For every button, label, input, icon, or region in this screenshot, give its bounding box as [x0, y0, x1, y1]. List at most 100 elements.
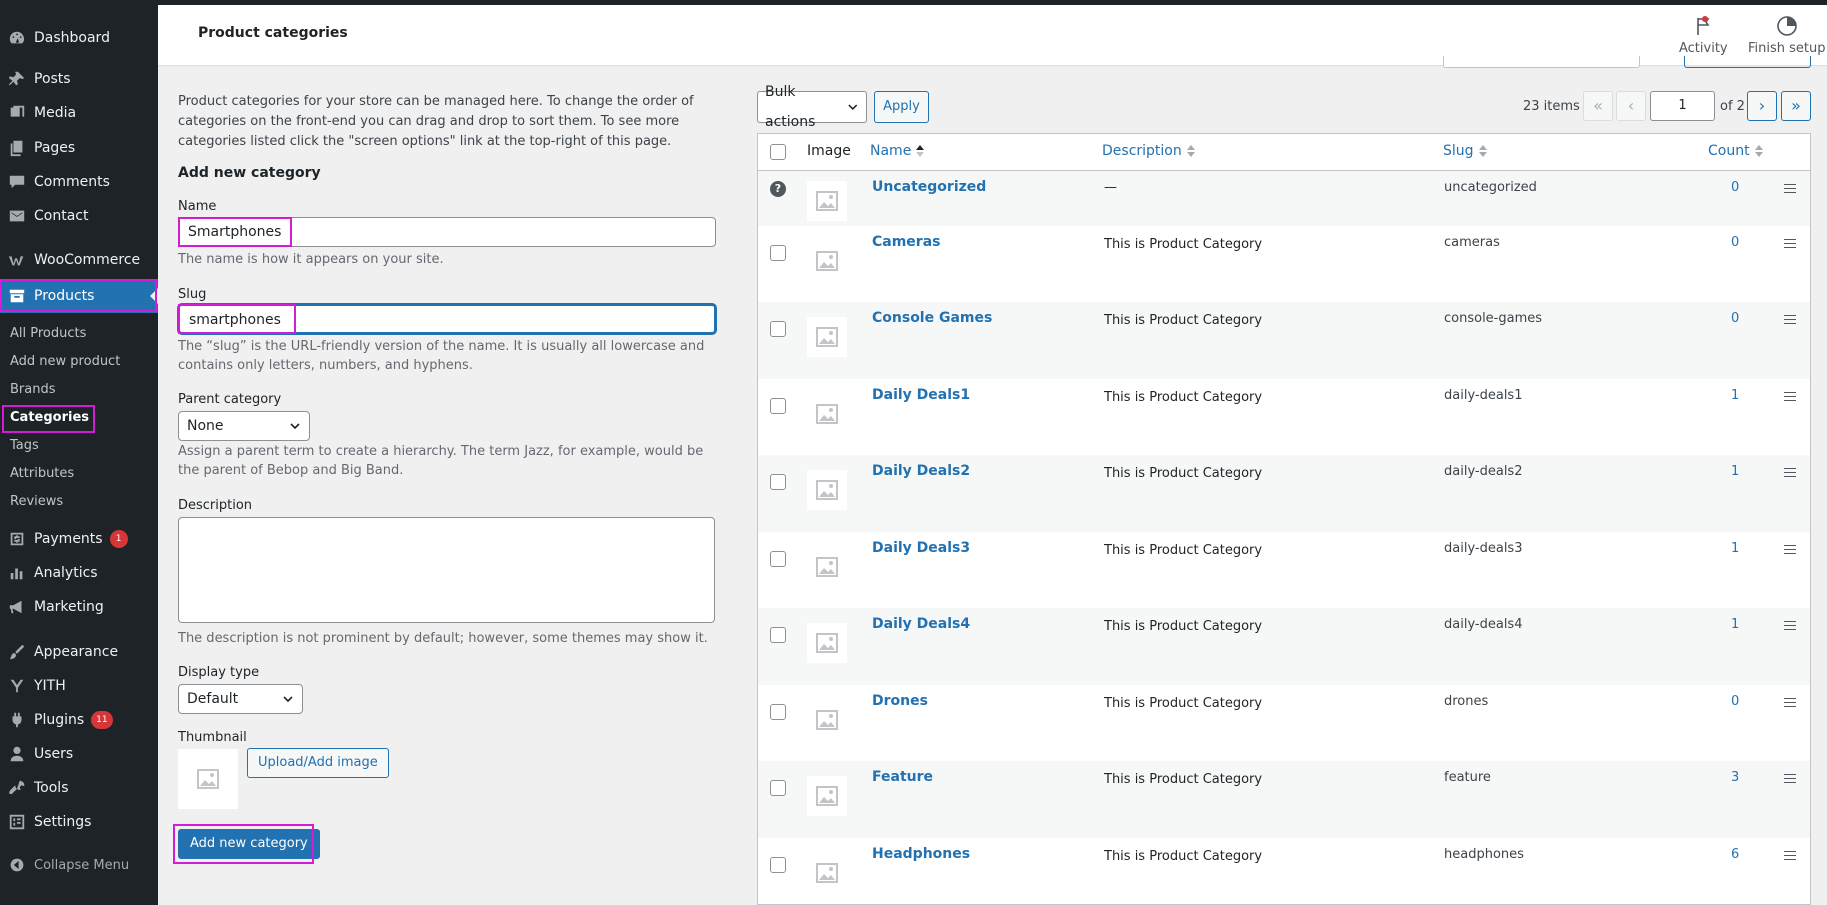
- submenu-tags[interactable]: Tags: [10, 438, 39, 453]
- drag-handle-icon[interactable]: [1784, 621, 1796, 630]
- collapse-menu-button[interactable]: Collapse Menu: [0, 850, 158, 880]
- slug-field[interactable]: smartphones: [178, 304, 716, 334]
- row-checkbox[interactable]: [770, 398, 786, 414]
- category-count-link[interactable]: 1: [1731, 617, 1739, 632]
- sidebar-item-products[interactable]: Products: [0, 279, 158, 313]
- table-row: Headphones This is Product Category headph…: [758, 838, 1810, 904]
- sidebar-item-posts[interactable]: Posts: [0, 62, 158, 96]
- sidebar-item-contact[interactable]: Contact: [0, 199, 158, 233]
- category-slug: daily-deals1: [1444, 388, 1523, 403]
- category-count-link[interactable]: 1: [1731, 541, 1739, 556]
- drag-handle-icon[interactable]: [1784, 698, 1796, 707]
- next-page-button[interactable]: ›: [1747, 91, 1777, 121]
- column-description[interactable]: Description: [1102, 143, 1195, 159]
- row-checkbox[interactable]: [770, 857, 786, 873]
- drag-handle-icon[interactable]: [1784, 392, 1796, 401]
- category-count-link[interactable]: 0: [1731, 235, 1739, 250]
- search-categories-input[interactable]: [1443, 56, 1640, 68]
- row-checkbox[interactable]: [770, 245, 786, 261]
- category-name-link[interactable]: Daily Deals3: [872, 540, 970, 556]
- apply-button[interactable]: Apply: [874, 91, 929, 123]
- drag-handle-icon[interactable]: [1784, 468, 1796, 477]
- category-description: This is Product Category: [1104, 466, 1263, 481]
- submenu-reviews[interactable]: Reviews: [10, 494, 63, 509]
- sort-asc-icon: [916, 145, 925, 157]
- drag-handle-icon[interactable]: [1784, 774, 1796, 783]
- activity-button[interactable]: Activity: [1679, 15, 1728, 56]
- category-slug: daily-deals3: [1444, 541, 1523, 556]
- sidebar-item-plugins[interactable]: Plugins 11: [0, 703, 158, 737]
- parent-category-select[interactable]: None: [178, 411, 310, 441]
- column-slug[interactable]: Slug: [1443, 143, 1487, 159]
- row-checkbox[interactable]: [770, 627, 786, 643]
- description-textarea[interactable]: [178, 517, 715, 623]
- sidebar-item-yith[interactable]: YITH: [0, 669, 158, 703]
- category-count-link[interactable]: 0: [1731, 311, 1739, 326]
- sidebar-item-comments[interactable]: Comments: [0, 165, 158, 199]
- display-type-select[interactable]: Default: [178, 684, 303, 714]
- row-checkbox[interactable]: [770, 551, 786, 567]
- categories-highlight: [2, 405, 95, 433]
- dashboard-icon: [0, 29, 34, 47]
- sidebar-item-payments[interactable]: Payments 1: [0, 522, 158, 556]
- category-name-link[interactable]: Drones: [872, 693, 928, 709]
- sort-icon: [1186, 145, 1195, 157]
- last-page-button[interactable]: »: [1781, 91, 1811, 121]
- submenu-attributes[interactable]: Attributes: [10, 466, 74, 481]
- row-checkbox[interactable]: [770, 704, 786, 720]
- table-row: Drones This is Product Category drones 0: [758, 685, 1810, 761]
- row-checkbox[interactable]: [770, 321, 786, 337]
- current-page-input[interactable]: 1: [1650, 91, 1715, 121]
- category-count-link[interactable]: 1: [1731, 388, 1739, 403]
- category-count-link[interactable]: 3: [1731, 770, 1739, 785]
- category-name-link[interactable]: Uncategorized: [872, 179, 986, 195]
- drag-handle-icon[interactable]: [1784, 851, 1796, 860]
- sidebar-item-pages[interactable]: Pages: [0, 131, 158, 165]
- upload-image-button[interactable]: Upload/Add image: [247, 748, 389, 778]
- search-categories-button[interactable]: [1684, 56, 1811, 68]
- drag-handle-icon[interactable]: [1784, 239, 1796, 248]
- category-name-link[interactable]: Daily Deals4: [872, 616, 970, 632]
- category-count-link[interactable]: 1: [1731, 464, 1739, 479]
- sidebar-item-settings[interactable]: Settings: [0, 805, 158, 839]
- category-name-link[interactable]: Feature: [872, 769, 933, 785]
- column-count[interactable]: Count: [1708, 143, 1763, 159]
- drag-handle-icon[interactable]: [1784, 184, 1796, 193]
- category-slug: daily-deals2: [1444, 464, 1523, 479]
- add-new-category-button[interactable]: Add new category: [178, 829, 320, 859]
- table-row: Cameras This is Product Category cameras 0: [758, 226, 1810, 302]
- row-checkbox[interactable]: [770, 474, 786, 490]
- sidebar-item-media[interactable]: Media: [0, 96, 158, 130]
- name-field[interactable]: Smartphones: [178, 217, 716, 247]
- category-count-link[interactable]: 0: [1731, 180, 1739, 195]
- finish-setup-button[interactable]: Finish setup: [1748, 15, 1826, 56]
- table-row: Daily Deals3 This is Product Category dail…: [758, 532, 1810, 608]
- bulk-actions-value: Bulk actions: [765, 84, 816, 130]
- category-name-link[interactable]: Console Games: [872, 310, 992, 326]
- category-description: This is Product Category: [1104, 849, 1263, 864]
- bulk-actions-select[interactable]: Bulk actions: [757, 84, 867, 130]
- sidebar-item-analytics[interactable]: Analytics: [0, 556, 158, 590]
- row-checkbox[interactable]: [770, 780, 786, 796]
- category-name-link[interactable]: Cameras: [872, 234, 941, 250]
- sidebar-item-appearance[interactable]: Appearance: [0, 635, 158, 669]
- submenu-add-new-product[interactable]: Add new product: [10, 354, 120, 369]
- select-all-checkbox[interactable]: [770, 144, 786, 160]
- sidebar-item-tools[interactable]: Tools: [0, 771, 158, 805]
- submenu-all-products[interactable]: All Products: [10, 326, 86, 341]
- sidebar-item-users[interactable]: Users: [0, 737, 158, 771]
- category-name-link[interactable]: Daily Deals2: [872, 463, 970, 479]
- drag-handle-icon[interactable]: [1784, 545, 1796, 554]
- category-name-link[interactable]: Daily Deals1: [872, 387, 970, 403]
- sidebar-item-marketing[interactable]: Marketing: [0, 590, 158, 624]
- sidebar-item-woocommerce[interactable]: WooCommerce: [0, 243, 158, 277]
- prev-page-button: ‹: [1616, 91, 1646, 121]
- sidebar-item-dashboard[interactable]: Dashboard: [0, 21, 158, 55]
- category-name-link[interactable]: Headphones: [872, 846, 970, 862]
- category-slug: feature: [1444, 770, 1491, 785]
- drag-handle-icon[interactable]: [1784, 315, 1796, 324]
- category-count-link[interactable]: 6: [1731, 847, 1739, 862]
- submenu-brands[interactable]: Brands: [10, 382, 56, 397]
- column-name[interactable]: Name: [870, 143, 925, 159]
- category-count-link[interactable]: 0: [1731, 694, 1739, 709]
